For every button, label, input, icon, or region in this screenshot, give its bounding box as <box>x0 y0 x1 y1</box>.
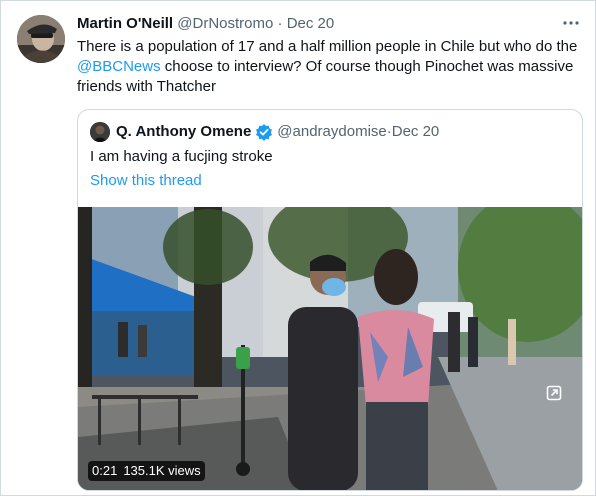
mention-link[interactable]: @BBCNews <box>77 58 161 75</box>
author-handle[interactable]: @DrNostromo <box>177 15 273 32</box>
quote-author-name[interactable]: Q. Anthony Omene <box>116 122 251 142</box>
quote-text: I am having a fucjing stroke <box>90 148 273 165</box>
quote-header: Q. Anthony Omene @andraydomise · Dec 20 <box>90 122 439 142</box>
tweet-date[interactable]: Dec 20 <box>287 15 335 32</box>
quote-author-avatar[interactable] <box>90 122 110 142</box>
fullscreen-icon[interactable] <box>546 385 562 401</box>
header-separator: · <box>273 15 287 32</box>
video-stats-badge: 0:21 135.1K views <box>88 461 205 481</box>
video-frame <box>78 207 582 490</box>
video-player[interactable]: 0:21 135.1K views <box>78 207 582 490</box>
tweet-header: Martin O'Neill @DrNostromo · Dec 20 <box>77 14 551 34</box>
video-views: 135.1K views <box>123 463 201 478</box>
tweet-card[interactable]: Martin O'Neill @DrNostromo · Dec 20 Ther… <box>0 0 596 496</box>
author-avatar[interactable] <box>17 15 65 63</box>
video-time: 0:21 <box>92 463 118 478</box>
quote-author-handle[interactable]: @andraydomise <box>277 122 386 142</box>
tweet-text: There is a population of 17 and a half m… <box>77 37 583 97</box>
author-name[interactable]: Martin O'Neill <box>77 15 173 32</box>
quote-date[interactable]: Dec 20 <box>392 122 440 142</box>
verified-badge-icon <box>255 123 273 141</box>
quoted-tweet[interactable]: Q. Anthony Omene @andraydomise · Dec 20 … <box>77 109 583 491</box>
tweet-text-before: There is a population of 17 and a half m… <box>77 38 578 55</box>
more-horizontal-icon[interactable] <box>561 13 581 33</box>
show-thread-link[interactable]: Show this thread <box>90 171 202 191</box>
